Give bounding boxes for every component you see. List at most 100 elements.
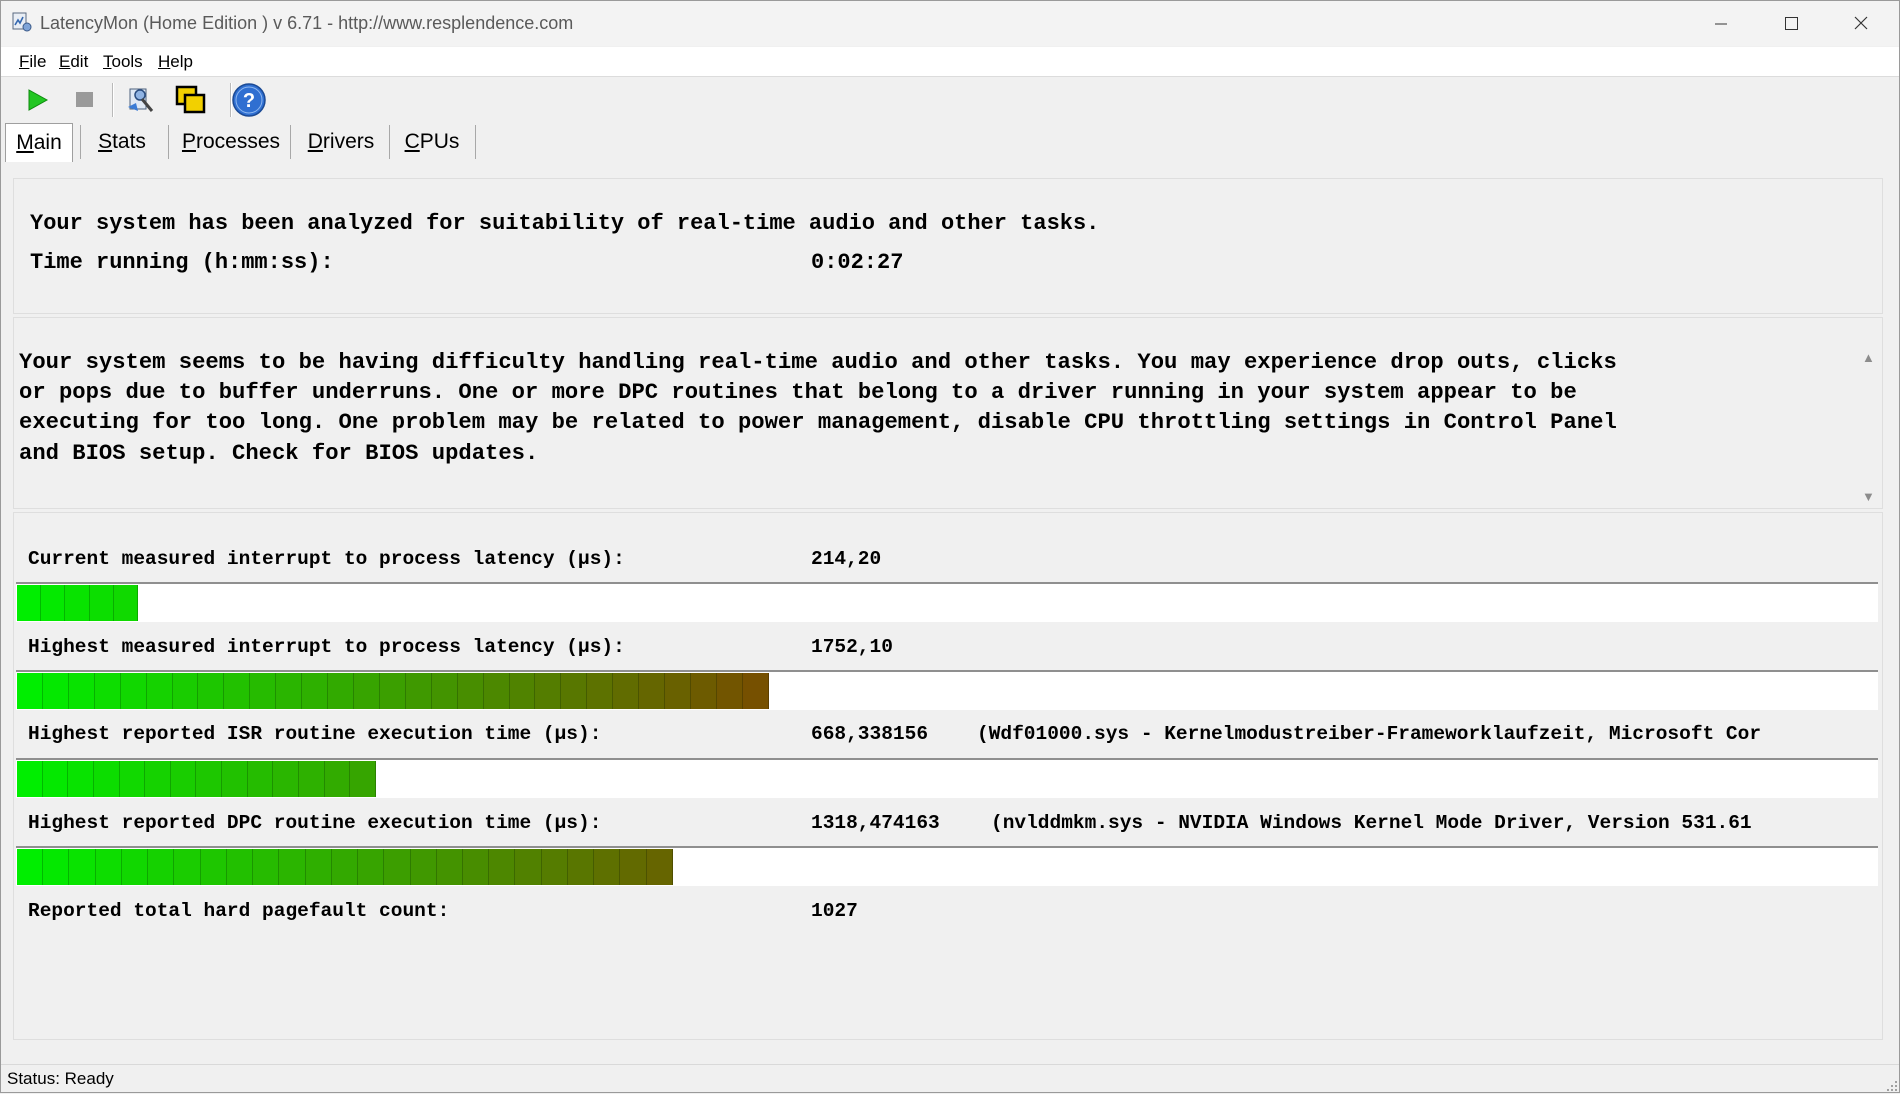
bar-segment: [68, 761, 94, 797]
resize-grip-icon[interactable]: [1884, 1078, 1898, 1092]
bar-segment: [384, 849, 411, 885]
maximize-button[interactable]: [1756, 0, 1826, 46]
bar-segment: [331, 849, 359, 885]
close-button[interactable]: [1826, 0, 1896, 46]
copy-windows-button[interactable]: [172, 81, 210, 119]
time-running-value: 0:02:27: [811, 250, 904, 275]
svg-text:?: ?: [243, 90, 255, 112]
copy-windows-icon: [175, 85, 206, 114]
bar-segment: [94, 673, 121, 709]
bar-segment: [742, 673, 769, 709]
bar-segment: [196, 761, 223, 797]
current-latency-bar-fill: [17, 585, 138, 621]
tab-bar: Main Stats Processes Drivers CPUs: [0, 123, 1900, 163]
bar-segment: [17, 585, 42, 621]
bar-segment: [405, 673, 432, 709]
stop-icon: [76, 92, 93, 107]
bar-segment: [279, 849, 306, 885]
bar-segment: [43, 849, 70, 885]
tab-cpus[interactable]: CPUs: [397, 123, 467, 161]
latencymon-app-icon: [12, 12, 32, 32]
isr-time-value: 668,338156: [811, 723, 929, 745]
bar-segment: [42, 673, 69, 709]
bar-segment: [273, 761, 300, 797]
scroll-down-icon[interactable]: ▼: [1862, 489, 1875, 504]
bar-segment: [535, 673, 562, 709]
bar-segment: [95, 849, 122, 885]
bar-segment: [665, 673, 691, 709]
menu-file[interactable]: File: [19, 52, 46, 72]
bar-segment: [350, 761, 376, 797]
bar-segment: [120, 673, 147, 709]
summary-panel: [13, 178, 1883, 314]
help-icon: ?: [232, 83, 266, 117]
bar-segment: [174, 849, 201, 885]
scroll-up-icon[interactable]: ▲: [1862, 350, 1875, 365]
highest-latency-bar: [16, 670, 1878, 710]
title-bar[interactable]: LatencyMon (Home Edition ) v 6.71 - http…: [0, 0, 1900, 46]
bar-segment: [200, 849, 227, 885]
tab-stats[interactable]: Stats: [88, 123, 156, 161]
highest-latency-label: Highest measured interrupt to process la…: [28, 636, 625, 658]
bar-segment: [224, 673, 251, 709]
isr-time-bar: [16, 758, 1878, 798]
bar-segment: [121, 849, 149, 885]
bar-segment: [170, 761, 197, 797]
bar-segment: [489, 849, 516, 885]
bar-segment: [93, 761, 120, 797]
dpc-time-bar-fill: [17, 849, 673, 885]
bar-segment: [379, 673, 406, 709]
stop-monitoring-button[interactable]: [66, 81, 104, 119]
bar-segment: [305, 849, 332, 885]
bar-segment: [462, 849, 490, 885]
bar-segment: [620, 849, 647, 885]
bar-segment: [17, 761, 43, 797]
bar-segment: [509, 673, 536, 709]
current-latency-label: Current measured interrupt to process la…: [28, 548, 625, 570]
bar-segment: [353, 673, 380, 709]
bar-segment: [172, 673, 199, 709]
bar-segment: [587, 673, 614, 709]
bar-segment: [222, 761, 248, 797]
highest-latency-value: 1752,10: [811, 636, 893, 658]
status-bar: Status: Ready: [0, 1064, 1900, 1094]
menu-help[interactable]: Help: [158, 52, 193, 72]
isr-driver-detail: (Wdf01000.sys - Kernelmodustreiber-Frame…: [977, 723, 1762, 745]
bar-segment: [247, 761, 274, 797]
bar-segment: [541, 849, 568, 885]
bar-segment: [690, 673, 717, 709]
bar-segment: [646, 849, 673, 885]
tab-processes[interactable]: Processes: [176, 123, 286, 161]
bar-segment: [324, 761, 351, 797]
tab-main[interactable]: Main: [5, 123, 73, 162]
menu-edit[interactable]: Edit: [59, 52, 88, 72]
bar-segment: [594, 849, 621, 885]
bar-segment: [89, 585, 114, 621]
play-icon: [28, 89, 49, 111]
tab-drivers[interactable]: Drivers: [298, 123, 384, 161]
bar-segment: [65, 585, 90, 621]
bar-segment: [483, 673, 510, 709]
minimize-button[interactable]: [1686, 0, 1756, 46]
bar-segment: [328, 673, 354, 709]
dpc-time-bar: [16, 846, 1878, 886]
maximize-icon: [1785, 17, 1798, 30]
bar-segment: [69, 849, 96, 885]
pagefault-count-value: 1027: [811, 900, 858, 922]
start-monitoring-button[interactable]: [19, 81, 57, 119]
bar-segment: [299, 761, 325, 797]
bar-segment: [113, 585, 138, 621]
bar-segment: [41, 585, 66, 621]
current-latency-bar: [16, 582, 1878, 622]
analyze-drivers-button[interactable]: [122, 81, 160, 119]
menu-tools[interactable]: Tools: [103, 52, 143, 72]
toolbar: ?: [0, 77, 1900, 123]
bar-segment: [253, 849, 280, 885]
highest-latency-bar-fill: [17, 673, 769, 709]
help-button[interactable]: ?: [230, 81, 268, 119]
bar-segment: [567, 849, 595, 885]
bar-segment: [68, 673, 95, 709]
bar-segment: [250, 673, 277, 709]
bar-segment: [17, 673, 43, 709]
minimize-icon: [1715, 23, 1727, 25]
